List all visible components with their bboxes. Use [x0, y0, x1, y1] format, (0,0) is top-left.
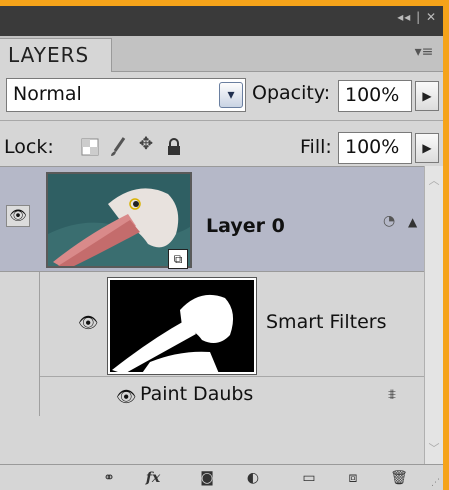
adjustment-layer-icon[interactable]: ◐: [240, 467, 266, 489]
layer-name[interactable]: Layer 0: [206, 215, 285, 237]
lock-icons-group: ✥: [78, 134, 198, 160]
panel-footer: ⚭ fx ◙ ◐ ▭ ⧈ 🗑 ⋰: [0, 464, 443, 490]
filter-name: Paint Daubs: [140, 383, 254, 405]
filter-eye-icon[interactable]: 👁: [116, 387, 136, 406]
filter-row-paint-daubs[interactable]: 👁 Paint Daubs ⩨: [40, 379, 424, 415]
chevron-down-icon[interactable]: ▾: [219, 82, 243, 108]
divider: [0, 120, 443, 121]
fill-field[interactable]: 100%: [338, 132, 412, 164]
opacity-field[interactable]: 100%: [338, 80, 412, 112]
link-layers-icon[interactable]: ⚭: [96, 467, 122, 489]
layers-list: 👁 ⧉ Layer 0 ◔ ▲ 👁 Smart Filters 👁 Paint …: [0, 166, 424, 464]
lock-label: Lock:: [4, 136, 54, 158]
opacity-label: Opacity:: [252, 82, 331, 104]
layer-row-layer-0[interactable]: 👁 ⧉ Layer 0 ◔ ▲: [0, 167, 424, 272]
lock-position-icon[interactable]: ✥: [134, 134, 158, 160]
panel-menu-icon[interactable]: ▾≡: [413, 44, 435, 62]
delete-icon[interactable]: 🗑: [386, 467, 412, 489]
frame-right-edge: [443, 0, 449, 490]
lock-transparent-pixels-icon[interactable]: [78, 134, 102, 160]
filter-mask-thumbnail[interactable]: [107, 277, 257, 375]
visibility-eye-icon[interactable]: 👁: [6, 205, 30, 227]
lock-all-icon[interactable]: [162, 134, 186, 160]
scroll-down-icon[interactable]: ﹀: [426, 440, 442, 458]
scroll-up-icon[interactable]: ︿: [426, 172, 442, 190]
new-layer-icon[interactable]: ⧈: [340, 467, 366, 489]
layers-panel: ◂◂ | ✕ LAYERS ▾≡ Normal ▾ Opacity: 100% …: [0, 6, 443, 490]
visibility-column: [0, 272, 40, 416]
blend-mode-value: Normal: [13, 83, 82, 105]
tab-layers[interactable]: LAYERS: [0, 38, 112, 72]
smart-filters-eye-icon[interactable]: 👁: [78, 313, 98, 332]
lock-image-pixels-icon[interactable]: [106, 134, 130, 160]
smart-filters-row[interactable]: 👁 Smart Filters: [40, 273, 424, 377]
blend-mode-select[interactable]: Normal ▾: [6, 78, 246, 112]
expand-triangle-icon[interactable]: ▲: [408, 215, 417, 229]
fx-icon[interactable]: fx: [140, 467, 166, 489]
resize-grip-icon[interactable]: ⋰: [431, 478, 441, 488]
new-group-icon[interactable]: ▭: [296, 467, 322, 489]
add-mask-icon[interactable]: ◙: [194, 467, 220, 489]
opacity-slider-button[interactable]: ▶: [415, 81, 439, 111]
tab-strip: LAYERS ▾≡: [0, 36, 443, 72]
smart-object-badge-icon: ⧉: [168, 249, 188, 269]
collapse-close-controls[interactable]: ◂◂ | ✕: [397, 10, 437, 24]
fill-label: Fill:: [300, 136, 332, 158]
smart-filters-label: Smart Filters: [266, 311, 387, 333]
smart-filter-toggle-icon[interactable]: ◔: [383, 213, 395, 229]
blending-options-icon[interactable]: ⩨: [388, 387, 396, 403]
fill-slider-button[interactable]: ▶: [415, 133, 439, 163]
layers-scrollbar[interactable]: ︿ ﹀: [424, 166, 443, 464]
panel-title-bar[interactable]: ◂◂ | ✕: [0, 6, 443, 36]
